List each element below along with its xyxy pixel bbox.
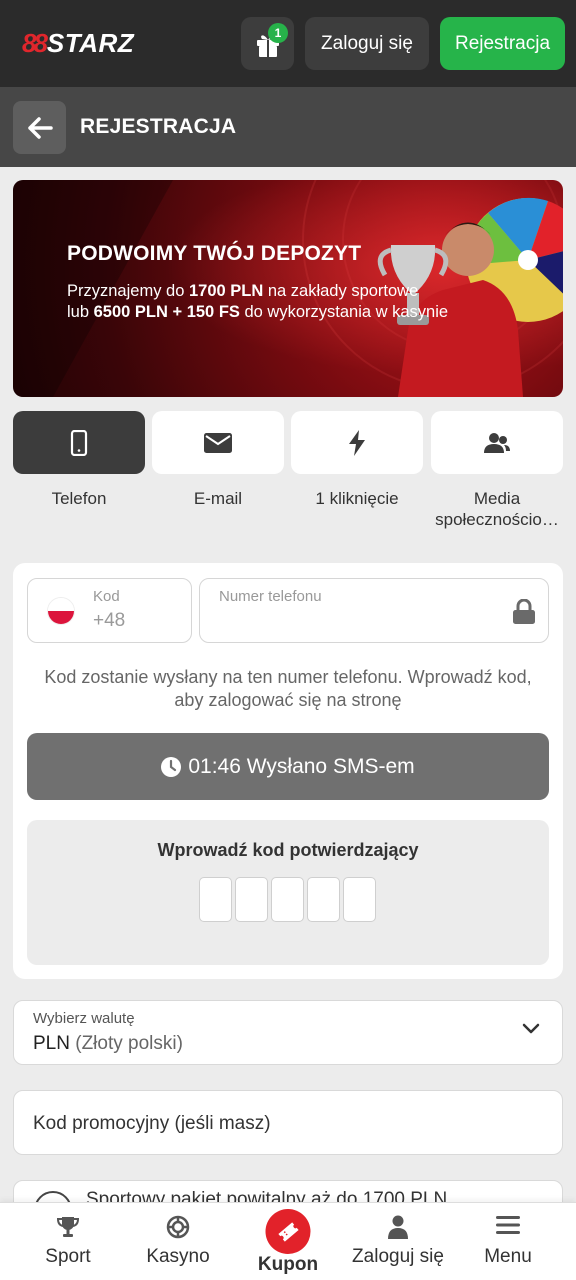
nav-login-label: Zaloguj się [352, 1246, 444, 1267]
casino-chip-icon [166, 1215, 190, 1239]
code-digit-input[interactable] [199, 877, 232, 922]
nav-login[interactable]: Zaloguj się [343, 1203, 453, 1280]
tab-email-label: E-mail [193, 489, 243, 508]
verification-code-inputs [199, 877, 376, 922]
promo-code-field[interactable]: Kod promocyjny (jeśli masz) [13, 1090, 563, 1155]
user-icon [388, 1215, 408, 1239]
currency-label: Wybierz walutę [33, 1010, 135, 1027]
country-code-select[interactable]: Kod +48 [27, 578, 192, 643]
code-digit-input[interactable] [235, 877, 268, 922]
nav-sport-label: Sport [45, 1246, 91, 1267]
nav-kupon[interactable]: Kupon [233, 1203, 343, 1280]
login-button[interactable]: Zaloguj się [305, 17, 429, 70]
tab-one-click[interactable] [291, 411, 423, 474]
country-code-label: Kod [93, 588, 120, 605]
nav-menu-label: Menu [484, 1246, 532, 1267]
logo-text: STARZ [46, 28, 135, 58]
people-icon [484, 432, 510, 453]
page-title: REJESTRACJA [80, 115, 237, 138]
promo-code-placeholder: Kod promocyjny (jeśli masz) [33, 1113, 271, 1134]
lock-icon [513, 599, 535, 624]
tab-email[interactable] [152, 411, 284, 474]
poland-flag-icon [47, 597, 75, 625]
logo-mark: 88 [22, 28, 48, 58]
ticket-icon [277, 1221, 299, 1242]
lightning-icon [349, 429, 365, 456]
tab-phone-label: Telefon [51, 489, 107, 508]
phone-icon [70, 429, 88, 456]
kupon-button [265, 1209, 311, 1254]
code-digit-input[interactable] [307, 877, 340, 922]
nav-menu[interactable]: Menu [453, 1203, 563, 1280]
verification-code-panel: Wprowadź kod potwierdzający [27, 820, 549, 965]
back-button[interactable] [13, 101, 66, 154]
sms-hint-text: Kod zostanie wysłany na ten numer telefo… [44, 667, 532, 710]
nav-kupon-label: Kupon [257, 1254, 319, 1275]
tab-one-click-label: 1 kliknięcie [315, 489, 399, 508]
logo[interactable]: 88 STARZ [22, 28, 134, 59]
verification-code-title: Wprowadź kod potwierdzający [157, 840, 419, 860]
tab-social-media[interactable] [431, 411, 563, 474]
banner-text: Przyznajemy do 1700 PLN na zakłady sport… [67, 282, 449, 321]
gift-count-badge: 1 [268, 23, 288, 43]
sms-status-label: Wysłano SMS-em [246, 754, 415, 778]
phone-number-placeholder: Numer telefonu [219, 588, 322, 605]
code-digit-input[interactable] [343, 877, 376, 922]
nav-sport[interactable]: Sport [13, 1203, 123, 1280]
currency-select[interactable]: Wybierz walutę PLN (Złoty polski) [13, 1000, 563, 1065]
clock-icon [161, 756, 182, 777]
country-code-value: +48 [93, 610, 126, 631]
trophy-icon [56, 1217, 80, 1237]
code-digit-input[interactable] [271, 877, 304, 922]
bottom-navigation: Sport Kasyno Kupon Zaloguj się Menu [0, 1202, 576, 1280]
chevron-down-icon [522, 1023, 540, 1034]
nav-casino-label: Kasyno [146, 1246, 210, 1267]
envelope-icon [204, 432, 232, 453]
promo-banner[interactable]: PODWOIMY TWÓJ DEPOZYT Przyznajemy do 170… [13, 180, 563, 397]
register-button[interactable]: Rejestracja [440, 17, 565, 70]
menu-icon [496, 1216, 520, 1234]
nav-casino[interactable]: Kasyno [123, 1203, 233, 1280]
tab-phone[interactable] [13, 411, 145, 474]
arrow-left-icon [27, 116, 53, 139]
currency-value: PLN (Złoty polski) [33, 1033, 183, 1054]
gift-button[interactable]: 1 [241, 17, 294, 70]
banner-title: PODWOIMY TWÓJ DEPOZYT [67, 242, 362, 265]
tab-social-media-label: Media społecznościo… [435, 489, 559, 529]
phone-number-field[interactable]: Numer telefonu [199, 578, 549, 643]
phone-registration-card: Kod +48 Numer telefonu Kod zostanie wysł… [13, 563, 563, 979]
top-header: 88 STARZ 1 Zaloguj się Rejestracja [0, 0, 576, 87]
sms-timer: 01:46 [188, 754, 241, 778]
sms-sent-button[interactable]: 01:46 Wysłano SMS-em [27, 733, 549, 800]
title-bar: REJESTRACJA [0, 87, 576, 167]
